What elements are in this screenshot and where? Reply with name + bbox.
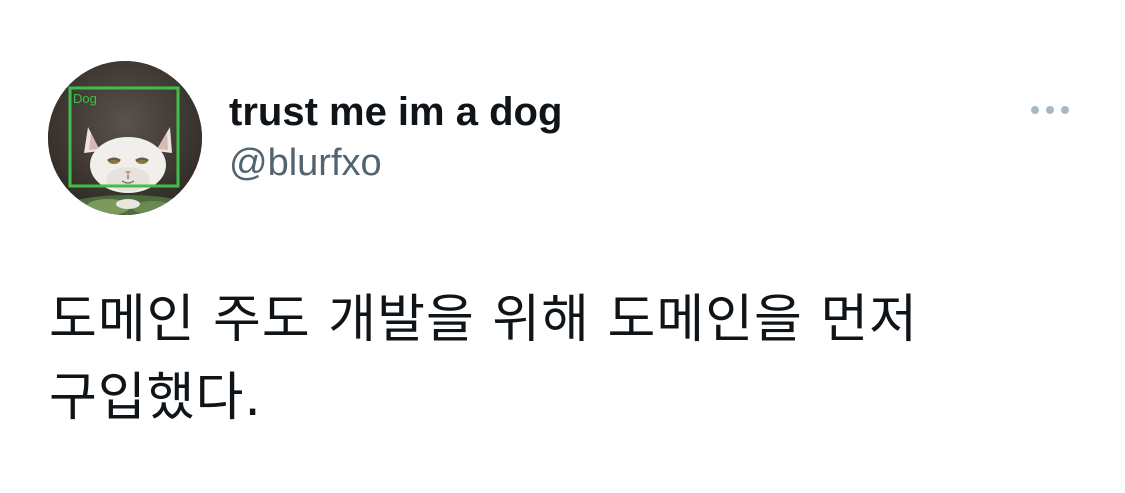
- avatar-image: Dog: [48, 61, 202, 215]
- ellipsis-horizontal-icon: [1061, 106, 1069, 114]
- tweet-text: 도메인 주도 개발을 위해 도메인을 먼저 구입했다.: [49, 290, 919, 428]
- ellipsis-horizontal-icon: [1031, 106, 1039, 114]
- display-name[interactable]: trust me im a dog: [229, 88, 562, 136]
- avatar[interactable]: Dog: [48, 61, 202, 215]
- user-handle[interactable]: @blurfxo: [229, 140, 562, 186]
- tweet-card: Dog trust me im a dog @blurfxo 도메인 주도 개발…: [0, 0, 1125, 493]
- more-options-button[interactable]: [1020, 92, 1080, 128]
- detection-label: Dog: [73, 91, 97, 106]
- author-info: trust me im a dog @blurfxo: [229, 88, 562, 186]
- ellipsis-horizontal-icon: [1046, 106, 1054, 114]
